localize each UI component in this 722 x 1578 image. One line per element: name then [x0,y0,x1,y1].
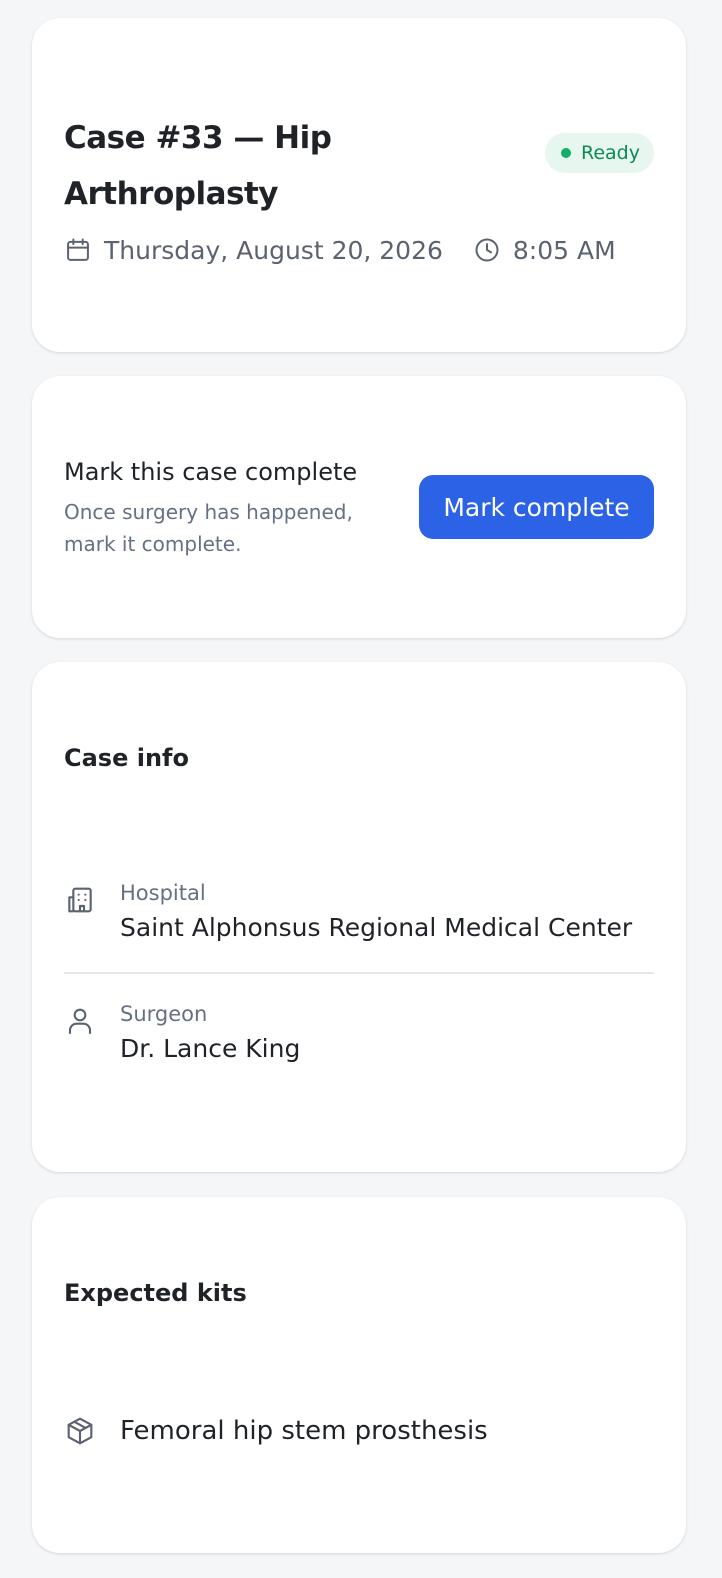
hospital-label: Hospital [120,881,206,905]
case-time-text: 8:05 AM [512,235,616,265]
hospital-value: Saint Alphonsus Regional Medical Center [120,913,633,942]
status-dot [561,148,571,158]
case-info-card: Case info Hospital Saint Alphonsus Regio… [32,662,686,1172]
user-icon [64,1005,96,1037]
mark-complete-description: Once surgery has happened, mark it compl… [64,500,353,556]
case-schedule: Thursday, August 20, 2026 8:05 AM [64,230,616,270]
hospital-text: Hospital Saint Alphonsus Regional Medica… [120,878,632,948]
case-detail-page: Case #33 — Hip Arthroplasty Ready Thursd… [0,0,722,1578]
case-header-card: Case #33 — Hip Arthroplasty Ready Thursd… [32,18,686,352]
mark-complete-button[interactable]: Mark complete [419,475,654,539]
case-info-title: Case info [64,744,189,772]
mark-complete-title: Mark this case complete [64,458,358,486]
case-date-text: Thursday, August 20, 2026 [104,235,443,265]
status-badge: Ready [545,133,654,173]
hospital-row: Hospital Saint Alphonsus Regional Medica… [64,878,654,948]
case-time: 8:05 AM [473,236,616,265]
building-icon [64,884,96,916]
status-label: Ready [581,142,640,164]
package-icon [64,1415,96,1447]
surgeon-row: Surgeon Dr. Lance King [64,999,654,1069]
kit-name: Femoral hip stem prosthesis [120,1416,488,1446]
surgeon-value: Dr. Lance King [120,1034,301,1063]
expected-kits-card: Expected kits Femoral hip stem prosthesi… [32,1197,686,1553]
expected-kits-title: Expected kits [64,1279,247,1307]
info-divider [64,972,654,974]
surgeon-text: Surgeon Dr. Lance King [120,999,300,1069]
clock-icon [473,236,501,264]
kit-text: Femoral hip stem prosthesis [120,1411,488,1451]
kit-item: Femoral hip stem prosthesis [64,1411,654,1451]
case-date: Thursday, August 20, 2026 [64,236,443,265]
calendar-icon [64,236,92,264]
mark-complete-card: Mark this case complete Once surgery has… [32,376,686,638]
surgeon-label: Surgeon [120,1002,208,1026]
case-title: Case #33 — Hip Arthroplasty [64,120,332,212]
